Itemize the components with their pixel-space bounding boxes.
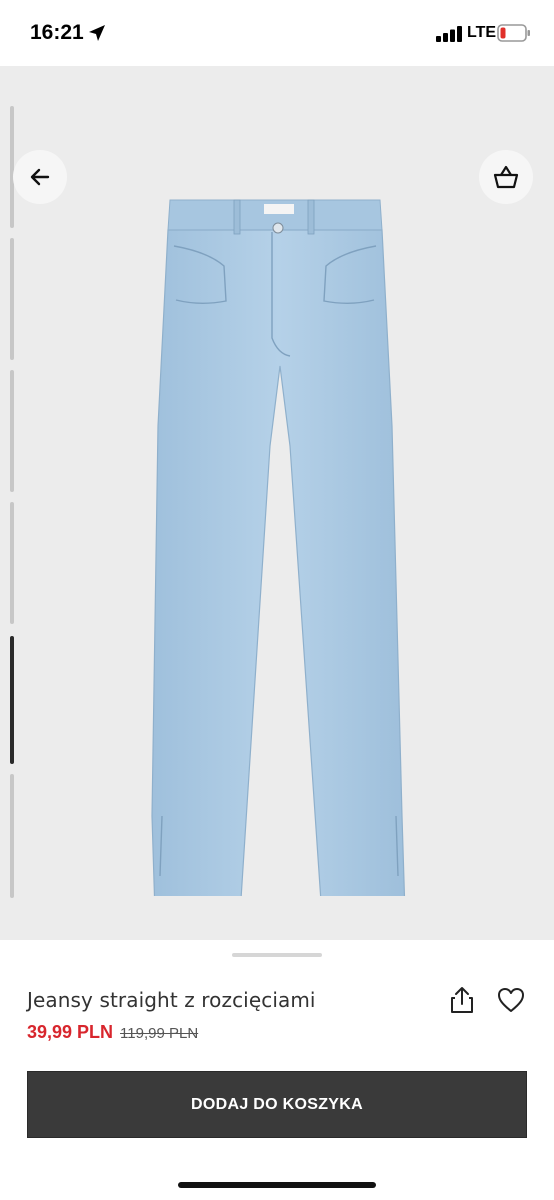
old-price: 119,99 PLN	[120, 1025, 199, 1042]
heart-icon[interactable]	[497, 987, 525, 1013]
product-title: Jeansy straight z rozcięciami	[27, 988, 316, 1012]
back-button[interactable]	[13, 150, 67, 204]
basket-icon	[493, 165, 519, 189]
current-price: 39,99 PLN	[27, 1022, 114, 1042]
gallery-indicator	[10, 502, 14, 624]
price-row: 39,99 PLN 119,99 PLN	[27, 1022, 198, 1043]
gallery-indicator	[10, 106, 14, 228]
signal-strength-icon	[436, 26, 462, 42]
network-label: LTE	[467, 24, 497, 41]
gallery-indicator	[10, 238, 14, 360]
gallery-indicator	[10, 370, 14, 492]
arrow-left-icon	[30, 168, 50, 186]
home-indicator[interactable]	[178, 1182, 376, 1188]
gallery-indicator	[10, 774, 14, 898]
sheet-drag-handle[interactable]	[232, 953, 322, 957]
product-details-sheet: Jeansy straight z rozcięciami 39,99 PLN …	[0, 940, 554, 1200]
location-arrow-icon	[89, 25, 105, 41]
battery-low-icon	[497, 24, 530, 42]
product-image-gallery[interactable]	[0, 66, 554, 940]
gallery-indicator-active	[10, 636, 14, 764]
add-to-cart-button[interactable]: DODAJ DO KOSZYKA	[27, 1071, 527, 1138]
status-time: 16:21	[30, 21, 84, 44]
share-icon[interactable]	[448, 985, 476, 1015]
basket-button[interactable]	[479, 150, 533, 204]
product-image-jeans	[151, 199, 406, 896]
status-bar: 16:21 LTE	[0, 0, 554, 66]
